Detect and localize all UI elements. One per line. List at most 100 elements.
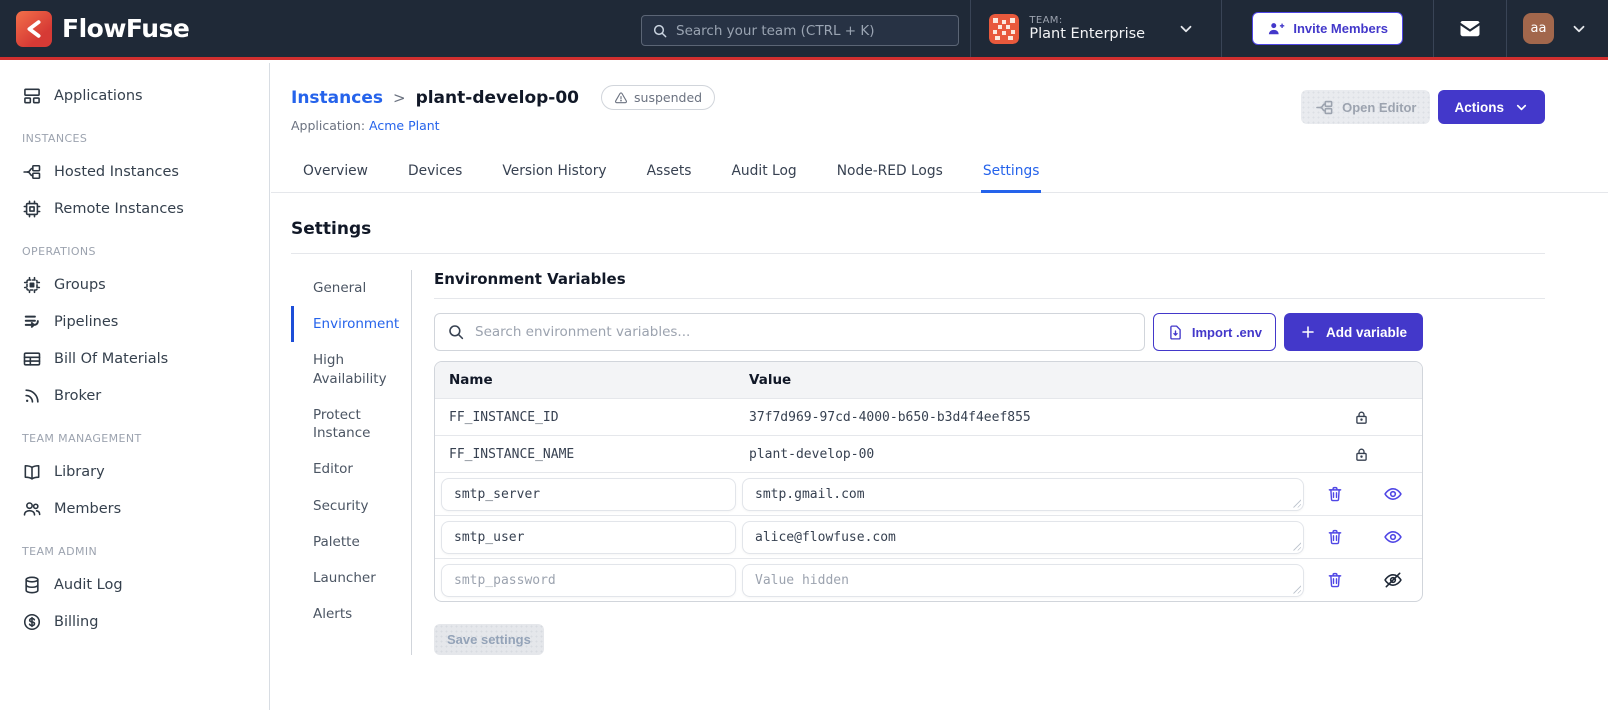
- lock-icon: [1300, 409, 1422, 426]
- invite-members-label: Invite Members: [1293, 21, 1388, 36]
- table-row: smtp.gmail.com: [435, 472, 1422, 515]
- delete-variable-button[interactable]: [1324, 569, 1346, 591]
- sidebar-item-library[interactable]: Library: [0, 453, 269, 490]
- application-link[interactable]: Acme Plant: [369, 118, 440, 133]
- sidebar-item-billing[interactable]: Billing: [0, 603, 269, 640]
- divider: [291, 253, 1545, 254]
- actions-button[interactable]: Actions: [1438, 90, 1545, 124]
- sidebar-item-audit-log[interactable]: Audit Log: [0, 566, 269, 603]
- page-header: Instances > plant-develop-00 suspended A…: [271, 63, 1608, 133]
- open-editor-label: Open Editor: [1342, 99, 1417, 115]
- breadcrumb-instances-link[interactable]: Instances: [291, 88, 383, 108]
- pipelines-icon: [22, 312, 42, 332]
- subnav-editor[interactable]: Editor: [291, 451, 408, 487]
- users-icon: [22, 499, 42, 519]
- status-badge: suspended: [601, 85, 716, 110]
- env-var-value-input[interactable]: smtp.gmail.com: [742, 477, 1304, 511]
- subnav-environment[interactable]: Environment: [291, 306, 408, 343]
- env-search-input[interactable]: [475, 324, 1132, 340]
- trash-icon: [1326, 571, 1344, 589]
- env-var-name-input[interactable]: [441, 520, 736, 554]
- column-header-name: Name: [449, 372, 493, 388]
- sidebar-item-remote-instances[interactable]: Remote Instances: [0, 190, 269, 227]
- env-search[interactable]: [434, 313, 1145, 351]
- add-variable-button[interactable]: Add variable: [1283, 313, 1423, 351]
- open-editor-button[interactable]: Open Editor: [1301, 90, 1431, 124]
- tab-version-history[interactable]: Version History: [500, 155, 608, 193]
- tab-settings[interactable]: Settings: [980, 155, 1042, 193]
- environment-panel: Environment Variables Import .env: [412, 270, 1545, 655]
- sidebar-item-applications[interactable]: Applications: [0, 77, 269, 114]
- subnav-alerts[interactable]: Alerts: [291, 596, 408, 632]
- sidebar-item-hosted-instances[interactable]: Hosted Instances: [0, 153, 269, 190]
- show-value-button[interactable]: [1381, 525, 1405, 549]
- mail-icon: [1458, 17, 1482, 41]
- search-icon: [652, 23, 668, 39]
- env-var-value-input[interactable]: alice@flowfuse.com: [742, 520, 1304, 554]
- currency-dollar-icon: [22, 612, 42, 632]
- show-value-button[interactable]: [1381, 482, 1405, 506]
- flow-icon: [22, 162, 42, 182]
- book-icon: [22, 462, 42, 482]
- sidebar-item-broker[interactable]: Broker: [0, 377, 269, 414]
- sidebar-section-instances: INSTANCES: [22, 132, 88, 145]
- divider: [434, 298, 1545, 299]
- subnav-protect-instance[interactable]: Protect Instance: [291, 397, 408, 451]
- subnav-security[interactable]: Security: [291, 488, 408, 524]
- actions-label: Actions: [1454, 99, 1504, 115]
- team-selector[interactable]: TEAM: Plant Enterprise: [971, 0, 1221, 57]
- tab-node-red-logs[interactable]: Node-RED Logs: [835, 155, 945, 193]
- table-row: FF_INSTANCE_NAME plant-develop-00: [435, 435, 1422, 472]
- flowfuse-logo-icon: [16, 10, 52, 47]
- brand-name: FlowFuse: [62, 14, 190, 43]
- team-search[interactable]: [641, 15, 959, 46]
- invite-members-button[interactable]: Invite Members: [1252, 12, 1403, 45]
- applications-icon: [22, 86, 42, 106]
- env-var-name-input[interactable]: [441, 477, 736, 511]
- delete-variable-button[interactable]: [1324, 526, 1346, 548]
- tab-devices[interactable]: Devices: [406, 155, 464, 193]
- flowfuse-brand[interactable]: FlowFuse: [0, 10, 205, 47]
- subnav-high-availability[interactable]: High Availability: [291, 342, 408, 396]
- chevron-down-icon: [1177, 20, 1195, 38]
- eye-off-icon: [1383, 570, 1403, 590]
- sidebar-item-groups[interactable]: Groups: [0, 266, 269, 303]
- sidebar-item-members[interactable]: Members: [0, 490, 269, 527]
- top-navbar: FlowFuse TEAM: Plant Enterprise In: [0, 0, 1608, 60]
- delete-variable-button[interactable]: [1324, 483, 1346, 505]
- sidebar-section-operations: OPERATIONS: [22, 245, 96, 258]
- subnav-launcher[interactable]: Launcher: [291, 560, 408, 596]
- user-menu[interactable]: aa: [1507, 13, 1608, 44]
- env-var-value-input[interactable]: [742, 563, 1304, 597]
- column-header-value: Value: [749, 372, 792, 388]
- flow-icon: [1315, 98, 1334, 117]
- eye-icon: [1383, 527, 1403, 547]
- application-label: Application:: [291, 118, 366, 133]
- team-identicon: [989, 13, 1020, 44]
- import-env-button[interactable]: Import .env: [1152, 313, 1276, 351]
- lock-icon: [1300, 446, 1422, 463]
- save-settings-button[interactable]: Save settings: [434, 624, 544, 655]
- sidebar-item-pipelines[interactable]: Pipelines: [0, 303, 269, 340]
- chip-icon: [22, 199, 42, 219]
- env-var-name-input[interactable]: [441, 563, 736, 597]
- database-icon: [22, 575, 42, 595]
- table-row: alice@flowfuse.com: [435, 515, 1422, 558]
- notifications-button[interactable]: [1434, 0, 1506, 57]
- hide-value-button[interactable]: [1381, 568, 1405, 592]
- user-plus-icon: [1267, 20, 1285, 38]
- tab-overview[interactable]: Overview: [301, 155, 370, 193]
- team-label: TEAM:: [1029, 15, 1063, 26]
- subnav-palette[interactable]: Palette: [291, 524, 408, 560]
- search-input[interactable]: [676, 22, 948, 39]
- eye-icon: [1383, 484, 1403, 504]
- settings-title: Settings: [291, 219, 372, 239]
- sidebar-item-label: Groups: [54, 276, 106, 293]
- subnav-general[interactable]: General: [291, 270, 408, 306]
- sidebar-item-bill-of-materials[interactable]: Bill Of Materials: [0, 340, 269, 377]
- env-heading: Environment Variables: [434, 270, 626, 288]
- divider: [1221, 0, 1223, 57]
- tab-audit-log[interactable]: Audit Log: [729, 155, 798, 193]
- tab-assets[interactable]: Assets: [645, 155, 694, 193]
- user-avatar: aa: [1523, 13, 1554, 44]
